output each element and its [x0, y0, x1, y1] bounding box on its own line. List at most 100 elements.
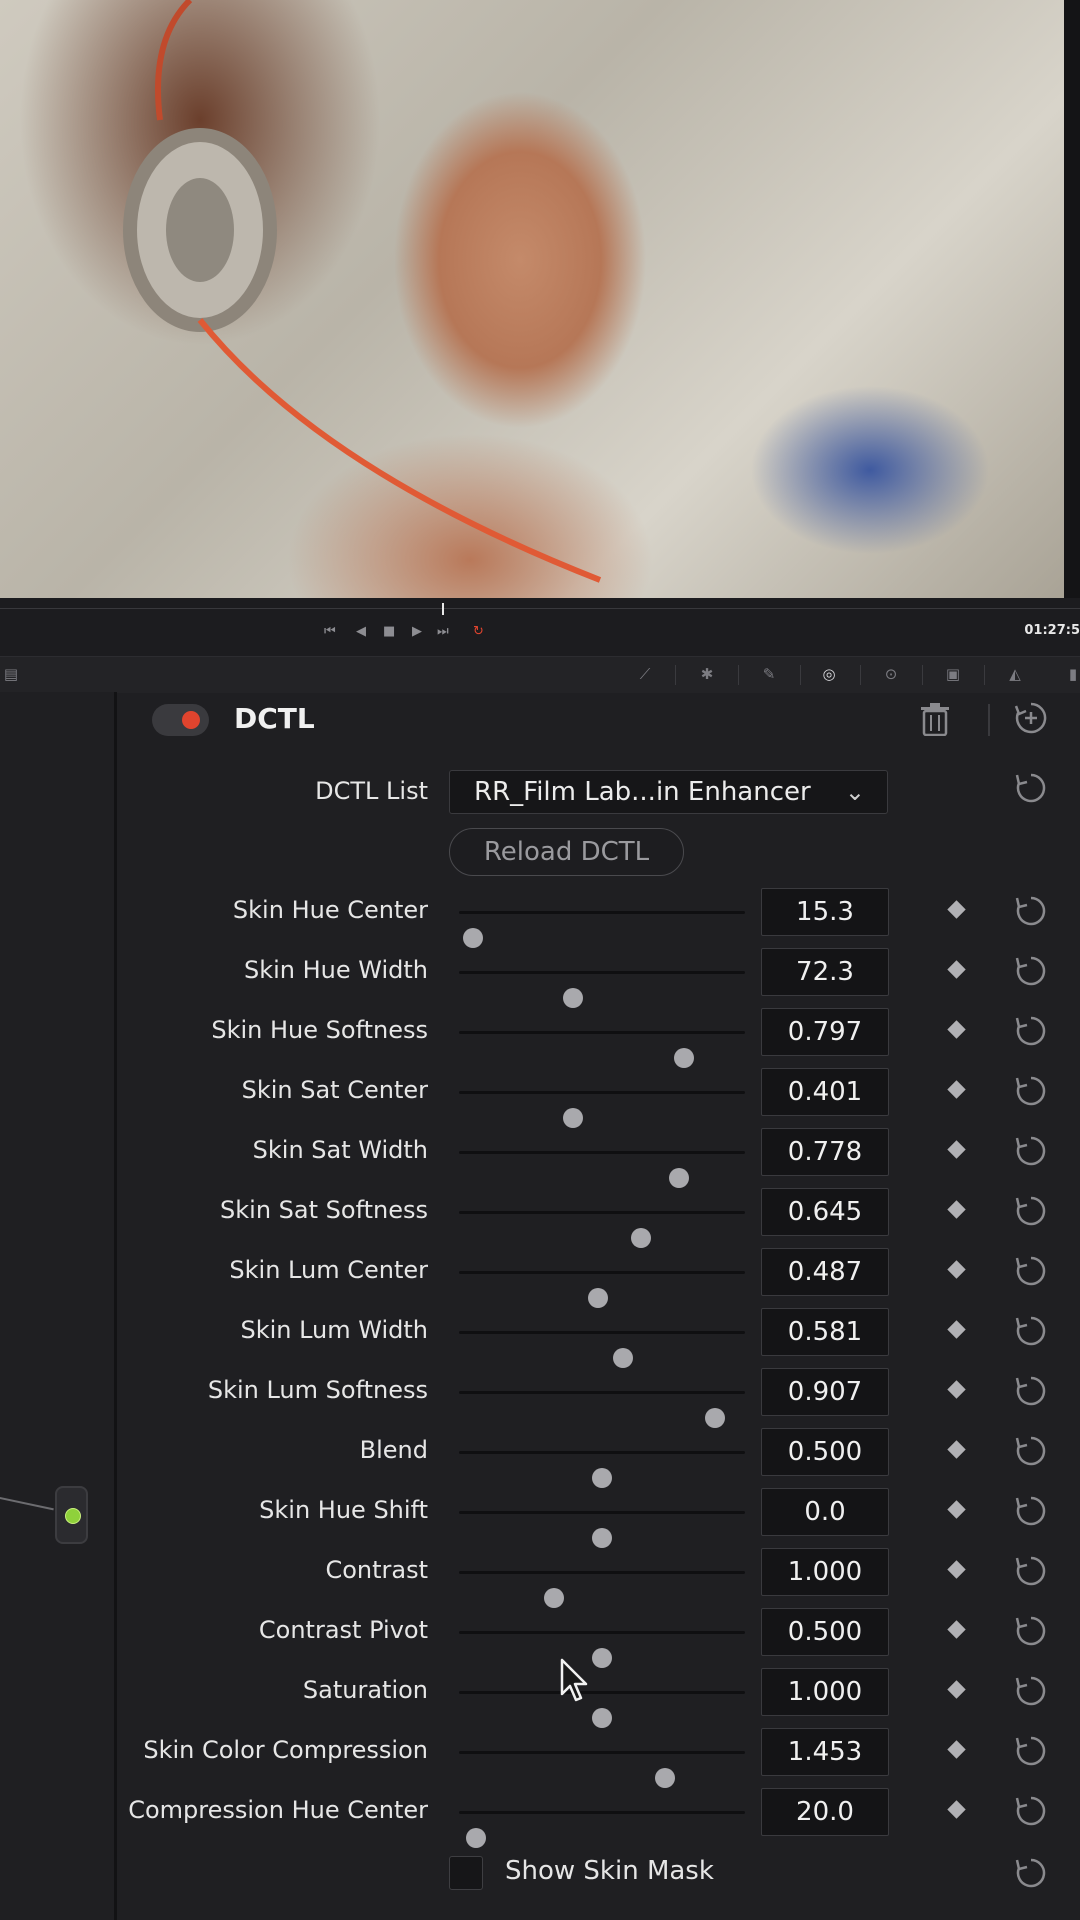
- parameter-slider[interactable]: [459, 1631, 745, 1668]
- slider-knob[interactable]: [668, 1168, 689, 1188]
- parameter-value-field[interactable]: 0.500: [761, 1428, 889, 1476]
- reset-icon[interactable]: [1014, 1254, 1048, 1288]
- trash-icon[interactable]: [920, 702, 950, 736]
- slider-knob[interactable]: [592, 1708, 612, 1728]
- keyframe-icon[interactable]: [947, 1200, 966, 1219]
- key-icon[interactable]: ▮: [1062, 663, 1080, 685]
- reset-icon[interactable]: [1014, 1674, 1048, 1708]
- tracker-icon[interactable]: ⊙: [880, 663, 902, 685]
- reset-icon[interactable]: [1014, 954, 1048, 988]
- slider-knob[interactable]: [466, 1828, 487, 1848]
- reset-icon[interactable]: [1014, 1314, 1048, 1348]
- keyframe-icon[interactable]: [947, 1260, 966, 1279]
- keyframe-icon[interactable]: [947, 1560, 966, 1579]
- add-icon[interactable]: [1014, 701, 1048, 735]
- slider-knob[interactable]: [563, 1108, 584, 1128]
- parameter-value-field[interactable]: 72.3: [761, 948, 889, 996]
- qualifier-icon[interactable]: ✎: [758, 663, 780, 685]
- dctl-list-dropdown[interactable]: RR_Film Lab...in Enhancer ⌄: [449, 770, 888, 814]
- parameter-slider[interactable]: [459, 1751, 745, 1788]
- reset-icon[interactable]: [1014, 1374, 1048, 1408]
- parameter-slider[interactable]: [459, 1511, 745, 1548]
- reload-dctl-button[interactable]: Reload DCTL: [449, 828, 684, 876]
- keyframe-icon[interactable]: [947, 1080, 966, 1099]
- stop-icon[interactable]: ■: [383, 624, 395, 640]
- slider-knob[interactable]: [673, 1048, 694, 1068]
- keyframe-icon[interactable]: [947, 1380, 966, 1399]
- slider-knob[interactable]: [631, 1228, 652, 1248]
- keyframe-icon[interactable]: [947, 1740, 966, 1759]
- keyframe-icon[interactable]: [947, 1800, 966, 1819]
- skip-to-start-icon[interactable]: ⏮: [324, 624, 336, 640]
- slider-knob[interactable]: [563, 988, 584, 1008]
- slider-knob[interactable]: [463, 928, 484, 948]
- reset-icon[interactable]: [1014, 1014, 1048, 1048]
- keyframe-icon[interactable]: [947, 960, 966, 979]
- parameter-value-field[interactable]: 0.778: [761, 1128, 889, 1176]
- show-skin-mask-checkbox[interactable]: [449, 1856, 483, 1890]
- parameter-slider[interactable]: [459, 1811, 745, 1848]
- slider-knob[interactable]: [592, 1528, 612, 1548]
- viewer-mode-icon[interactable]: ▤: [0, 663, 22, 685]
- loop-icon[interactable]: ↻: [473, 624, 484, 640]
- parameter-slider[interactable]: [459, 1691, 745, 1728]
- slider-knob[interactable]: [654, 1768, 675, 1788]
- parameter-value-field[interactable]: 1.000: [761, 1668, 889, 1716]
- color-warper-icon[interactable]: ✱: [696, 663, 718, 685]
- curves-icon[interactable]: ⟋: [634, 663, 656, 685]
- reset-icon[interactable]: [1014, 894, 1048, 928]
- reset-icon[interactable]: [1014, 1554, 1048, 1588]
- parameter-slider[interactable]: [459, 1571, 745, 1608]
- reset-icon[interactable]: [1014, 1794, 1048, 1828]
- blur-icon[interactable]: ◭: [1004, 663, 1026, 685]
- reset-icon[interactable]: [1014, 1194, 1048, 1228]
- keyframe-icon[interactable]: [947, 1500, 966, 1519]
- parameter-value-field[interactable]: 0.907: [761, 1368, 889, 1416]
- parameter-slider[interactable]: [459, 1151, 745, 1188]
- parameter-value-field[interactable]: 0.487: [761, 1248, 889, 1296]
- dctl-enable-toggle[interactable]: [152, 704, 209, 736]
- parameter-value-field[interactable]: 20.0: [761, 1788, 889, 1836]
- reset-icon[interactable]: [1014, 1614, 1048, 1648]
- slider-knob[interactable]: [592, 1468, 612, 1488]
- parameter-value-field[interactable]: 0.581: [761, 1308, 889, 1356]
- slider-knob[interactable]: [587, 1288, 608, 1308]
- parameter-slider[interactable]: [459, 971, 745, 1008]
- scrub-bar[interactable]: [0, 608, 1080, 609]
- reset-icon[interactable]: [1014, 1494, 1048, 1528]
- reset-icon[interactable]: [1014, 1134, 1048, 1168]
- parameter-slider[interactable]: [459, 1391, 745, 1428]
- window-icon[interactable]: ◎: [818, 663, 840, 685]
- parameter-slider[interactable]: [459, 911, 745, 948]
- parameter-value-field[interactable]: 0.797: [761, 1008, 889, 1056]
- parameter-value-field[interactable]: 0.0: [761, 1488, 889, 1536]
- parameter-slider[interactable]: [459, 1331, 745, 1368]
- parameter-slider[interactable]: [459, 1211, 745, 1248]
- magic-mask-icon[interactable]: ▣: [942, 663, 964, 685]
- play-icon[interactable]: ▶: [412, 624, 422, 640]
- parameter-slider[interactable]: [459, 1271, 745, 1308]
- skip-to-end-icon[interactable]: ⏭: [437, 624, 449, 640]
- reset-icon[interactable]: [1014, 771, 1048, 805]
- slider-knob[interactable]: [613, 1348, 634, 1368]
- parameter-value-field[interactable]: 0.500: [761, 1608, 889, 1656]
- parameter-value-field[interactable]: 0.401: [761, 1068, 889, 1116]
- parameter-value-field[interactable]: 1.000: [761, 1548, 889, 1596]
- keyframe-icon[interactable]: [947, 900, 966, 919]
- reset-icon[interactable]: [1014, 1074, 1048, 1108]
- slider-knob[interactable]: [704, 1408, 725, 1428]
- slider-knob[interactable]: [592, 1648, 612, 1668]
- playhead[interactable]: [442, 603, 444, 615]
- reset-icon[interactable]: [1014, 1434, 1048, 1468]
- slider-knob[interactable]: [544, 1588, 565, 1608]
- reset-icon[interactable]: [1014, 1734, 1048, 1768]
- step-back-icon[interactable]: ◀: [356, 624, 366, 640]
- keyframe-icon[interactable]: [947, 1440, 966, 1459]
- parameter-value-field[interactable]: 1.453: [761, 1728, 889, 1776]
- keyframe-icon[interactable]: [947, 1680, 966, 1699]
- keyframe-icon[interactable]: [947, 1020, 966, 1039]
- parameter-slider[interactable]: [459, 1031, 745, 1068]
- keyframe-icon[interactable]: [947, 1320, 966, 1339]
- parameter-value-field[interactable]: 15.3: [761, 888, 889, 936]
- parameter-slider[interactable]: [459, 1451, 745, 1488]
